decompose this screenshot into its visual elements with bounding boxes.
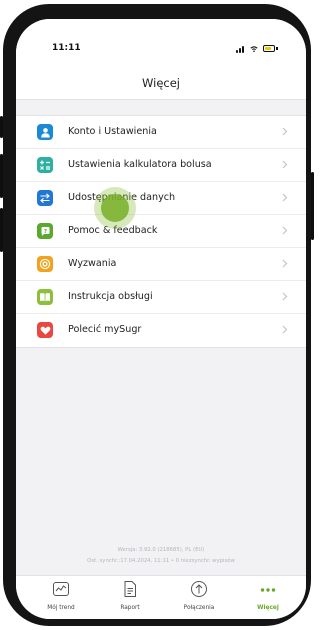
menu-item-challenges[interactable]: Wyzwania [16,248,306,281]
report-document-icon [124,581,136,597]
tab-report[interactable]: Raport [101,576,159,619]
menu-item-label: Konto i Ustawienia [68,126,157,137]
share-arrows-icon [37,190,53,206]
book-icon [37,289,53,305]
tab-label: Więcej [257,605,279,611]
page-title: Więcej [142,76,180,90]
chevron-right-icon [282,292,288,301]
last-sync-info: Ost. synchr.:17.04.2024, 11:11 • 0 niezs… [87,558,235,564]
trend-graph-icon [53,582,69,596]
chevron-right-icon [282,193,288,202]
battery-tip [276,47,278,50]
battery-icon [263,45,275,52]
menu-item-help-feedback[interactable]: ? Pomoc & feedback [16,215,306,248]
tab-bar: Mój trend Raport Połączenia Więcej [16,575,306,619]
calculator-icon [37,157,53,173]
tab-my-trend[interactable]: Mój trend [32,576,90,619]
chevron-right-icon [282,127,288,136]
power-button [311,172,314,240]
svg-text:?: ? [43,228,46,234]
wifi-icon [250,46,258,53]
chevron-right-icon [282,226,288,235]
menu-item-account-settings[interactable]: Konto i Ustawienia [16,116,306,149]
menu-item-user-manual[interactable]: Instrukcja obsługi [16,281,306,314]
heart-icon [37,322,53,338]
challenge-icon [37,256,53,272]
tap-indicator-core [101,194,129,222]
menu-item-label: Wyzwania [68,258,117,269]
page-header: Więcej [16,69,306,100]
help-icon: ? [37,223,53,239]
menu-item-data-sharing[interactable]: Udostępnianie danych [16,182,306,215]
menu-item-bolus-calculator[interactable]: Ustawienia kalkulatora bolusa [16,149,306,182]
menu-item-label: Polecić mySugr [68,324,142,335]
tab-more[interactable]: Więcej [239,576,297,619]
chevron-right-icon [282,259,288,268]
person-icon [37,124,53,140]
status-icons [236,45,280,53]
chevron-right-icon [282,160,288,169]
more-dots-icon [260,588,276,592]
mute-switch [0,116,3,138]
connections-upload-icon [191,581,207,597]
settings-menu: Konto i Ustawienia Ustawienia kalkulator… [16,115,306,348]
status-time: 11:11 [52,43,81,53]
menu-item-label: Ustawienia kalkulatora bolusa [68,159,212,170]
signal-icon [236,45,246,53]
volume-up-button [0,154,3,198]
volume-down-button [0,208,3,252]
tab-label: Połączenia [183,605,215,611]
status-bar: 11:11 [16,19,306,69]
tap-indicator [94,187,136,229]
chevron-right-icon [282,325,288,334]
version-info: Wersja: 3.92.0 (218685), PL (EU) [117,547,205,553]
screen: 11:11 Więcej Konto i Ustawienia Ustawien… [16,19,306,619]
tab-label: Raport [120,605,140,611]
tab-label: Mój trend [47,605,75,611]
phone-frame: 11:11 Więcej Konto i Ustawienia Ustawien… [0,4,314,626]
menu-item-recommend-mysugr[interactable]: Polecić mySugr [16,314,306,347]
menu-item-label: Instrukcja obsługi [68,291,153,302]
tab-connections[interactable]: Połączenia [170,576,228,619]
